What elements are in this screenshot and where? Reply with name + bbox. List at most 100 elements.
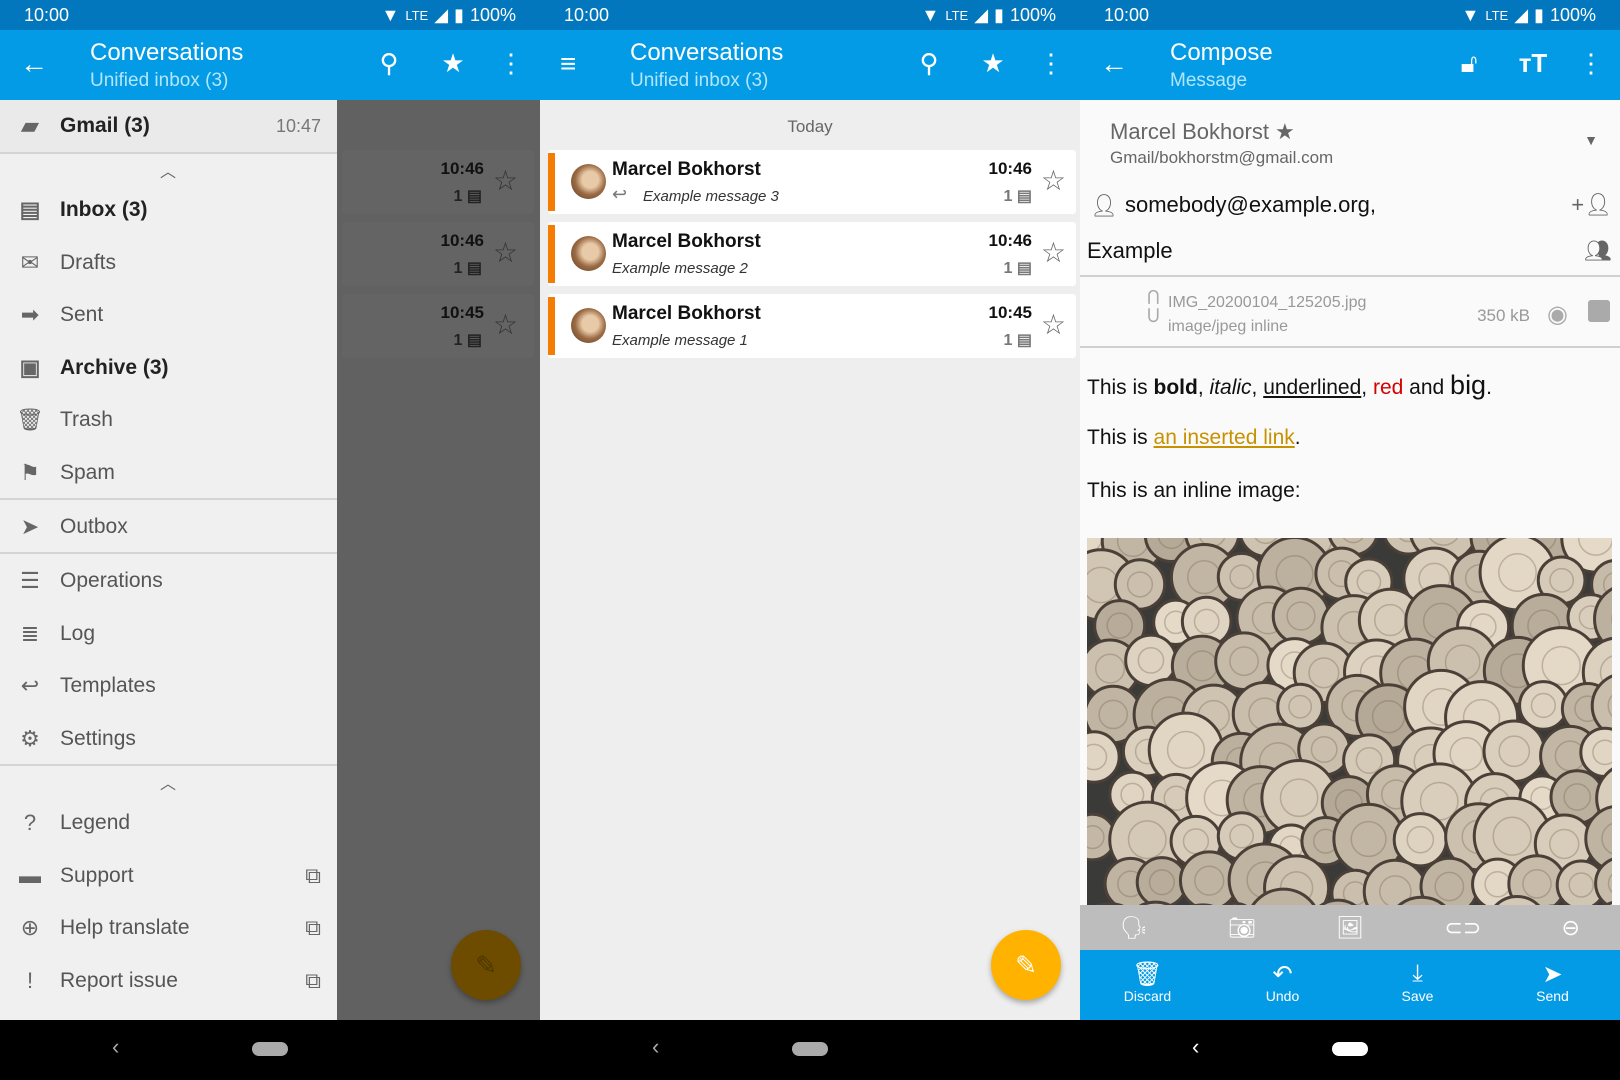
discard-button[interactable]: 🗑︎ Discard: [1093, 950, 1203, 1020]
drawer-item-label: Sent: [60, 303, 104, 326]
dropdown-arrow-icon[interactable]: ▼: [1584, 132, 1598, 148]
drawer-item[interactable]: ➤ Outbox: [0, 501, 337, 553]
save-button[interactable]: ⤓ Save: [1363, 950, 1473, 1020]
drawer-item[interactable]: ⚑ Spam: [0, 447, 337, 499]
subject-field[interactable]: Example: [1087, 238, 1173, 264]
back-arrow-icon[interactable]: ←: [1100, 50, 1128, 78]
trash-icon: 🗑︎: [16, 407, 44, 432]
drawer-item-label: Operations: [60, 569, 163, 592]
sender-name: Marcel Bokhorst: [612, 159, 761, 180]
attach-icon[interactable]: ⊂⊃: [1444, 915, 1481, 941]
drawer-item[interactable]: ? Legend: [0, 797, 337, 849]
body-line-2[interactable]: This is an inserted link.: [1087, 426, 1301, 450]
message-card[interactable]: Marcel Bokhorst ↩ Example message 3 10:46 1 …: [548, 150, 1076, 214]
drawer-account-gmail[interactable]: ▰ Gmail (3) 10:47: [0, 100, 337, 152]
sent-icon: ➡: [20, 302, 40, 327]
message-card[interactable]: Marcel Bokhorst Example message 2 10:46 1 ▤…: [548, 222, 1076, 286]
inserted-link[interactable]: an inserted link: [1154, 426, 1295, 449]
compose-fab[interactable]: ✎: [991, 930, 1061, 1000]
text-size-icon[interactable]: ᴛT: [1516, 48, 1550, 78]
eye-icon[interactable]: ◉: [1547, 300, 1568, 329]
trash-icon: 🗑︎: [1132, 961, 1163, 988]
voice-icon[interactable]: 🗣︎: [1120, 915, 1148, 941]
add-contact-icon[interactable]: +👤︎: [1571, 192, 1612, 218]
compose-form: Marcel Bokhorst ★ Gmail/bokhorstm@gmail.…: [1080, 100, 1620, 905]
pencil-icon: ✎: [1015, 949, 1037, 980]
divider: [0, 152, 337, 154]
drawer-item-label: Trash: [60, 408, 113, 431]
divider: [1080, 346, 1620, 348]
body-line-1[interactable]: This is bold, italic, underlined, red an…: [1087, 370, 1492, 401]
drawer-item-label: Support: [60, 863, 134, 887]
identity-account[interactable]: Gmail/bokhorstm@gmail.com: [1110, 148, 1333, 168]
wifi-icon: ▼: [921, 5, 940, 25]
drawer-item[interactable]: ▤ Inbox (3): [0, 184, 337, 236]
system-home-pill[interactable]: [252, 1042, 288, 1056]
folder-star-icon[interactable]: ★: [436, 48, 470, 78]
drawer-item[interactable]: 🗑︎ Trash: [0, 394, 337, 446]
system-back-icon[interactable]: ‹: [1192, 1034, 1199, 1060]
inline-image-logs[interactable]: [1087, 538, 1612, 905]
download-icon: ⤓: [1412, 960, 1423, 987]
to-field[interactable]: somebody@example.org,: [1125, 192, 1376, 218]
external-link-icon: ⧉: [305, 915, 321, 940]
link-icon[interactable]: ⊖: [1561, 915, 1579, 941]
section-header: Today: [787, 117, 833, 136]
star-icon[interactable]: ☆: [1041, 164, 1066, 197]
person-icon: 👤︎: [1090, 193, 1118, 218]
message-subject: Example message 3: [643, 188, 779, 205]
back-arrow-icon[interactable]: ←: [20, 50, 48, 78]
system-nav-bar: ‹: [0, 1020, 540, 1080]
drawer-item[interactable]: ! Report issue ⧉: [0, 955, 337, 1007]
system-home-pill[interactable]: [1332, 1042, 1368, 1056]
account-sync-time: 10:47: [275, 115, 321, 136]
lock-open-icon[interactable]: 🔓︎: [1452, 48, 1486, 78]
camera-icon[interactable]: 📷︎: [1228, 915, 1256, 941]
folder-star-icon[interactable]: ★: [976, 48, 1010, 78]
system-back-icon[interactable]: ‹: [652, 1034, 659, 1060]
undo-button[interactable]: ↶ Undo: [1228, 950, 1338, 1020]
system-back-icon[interactable]: ‹: [112, 1034, 119, 1060]
star-icon[interactable]: ☆: [1041, 236, 1066, 269]
drawer-item[interactable]: ✉ Drafts: [0, 237, 337, 289]
status-time: 10:00: [564, 5, 610, 25]
message-subject: Example message 2: [612, 260, 748, 277]
drawer-item[interactable]: ⚙ Settings: [0, 713, 337, 765]
sender-name: Marcel Bokhorst: [612, 303, 761, 324]
more-vert-icon[interactable]: ⋮: [1574, 48, 1608, 78]
save-icon[interactable]: [1588, 300, 1610, 322]
drawer-item[interactable]: ☰ Operations: [0, 555, 337, 607]
compose-actions: 🗑︎ Discard ↶ Undo ⤓ Save ➤ Send: [1080, 950, 1620, 1020]
message-card[interactable]: Marcel Bokhorst Example message 1 10:45 1 ▤…: [548, 294, 1076, 358]
star-icon[interactable]: ☆: [1041, 308, 1066, 341]
divider: [0, 764, 337, 766]
drawer-item[interactable]: ▣ Archive (3): [0, 342, 337, 394]
menu-icon[interactable]: ≡: [560, 50, 576, 78]
group-icon[interactable]: 👥︎: [1584, 238, 1612, 264]
attachment-size: 350 kB: [1477, 306, 1530, 325]
more-vert-icon[interactable]: ⋮: [494, 48, 528, 78]
drawer-item[interactable]: ➡ Sent: [0, 289, 337, 341]
send-button[interactable]: ➤ Send: [1498, 950, 1608, 1020]
image-icon[interactable]: 🖼︎: [1336, 915, 1364, 941]
drawer-item-label: Settings: [60, 726, 136, 750]
drawer-item-label: Spam: [60, 460, 115, 484]
search-icon[interactable]: ⚲: [912, 48, 946, 78]
identity-name[interactable]: Marcel Bokhorst ★: [1110, 119, 1295, 145]
wifi-icon: ▼: [381, 5, 400, 25]
send-icon: ➤: [20, 514, 40, 539]
status-bar: 10:00 ▼ LTE ◢ ▮ 100%: [1080, 0, 1620, 30]
drawer-item[interactable]: ↩ Templates: [0, 660, 337, 712]
chevron-up-icon[interactable]: ︿: [160, 158, 176, 182]
account-label: Gmail (3): [60, 114, 150, 137]
compose-fab[interactable]: ✎: [451, 930, 521, 1000]
drawer-item[interactable]: ≣ Log: [0, 608, 337, 660]
chevron-up-icon[interactable]: ︿: [160, 770, 176, 794]
drawer-item[interactable]: ▬ Support ⧉: [0, 850, 337, 902]
drawer-item[interactable]: ⊕ Help translate ⧉: [0, 902, 337, 954]
more-vert-icon[interactable]: ⋮: [1034, 48, 1068, 78]
search-icon[interactable]: ⚲: [372, 48, 406, 78]
attachment-type: image/jpeg inline: [1168, 318, 1289, 335]
external-link-icon: ⧉: [305, 862, 321, 888]
system-home-pill[interactable]: [792, 1042, 828, 1056]
